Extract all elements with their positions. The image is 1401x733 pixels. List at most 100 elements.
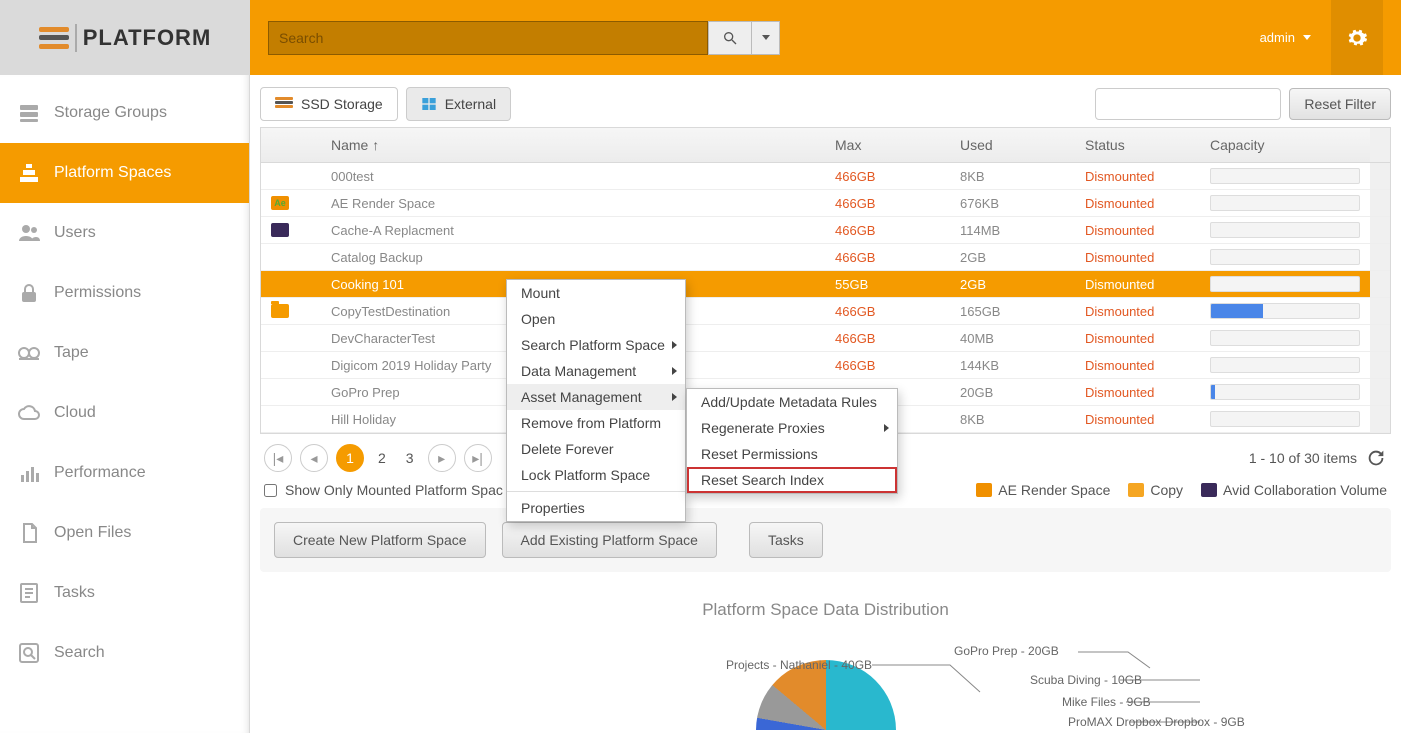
tab-label: SSD Storage bbox=[301, 96, 383, 112]
legend-item: AE Render Space bbox=[976, 482, 1110, 498]
cell-capacity bbox=[1200, 190, 1370, 216]
sidebar-item-storage-groups[interactable]: Storage Groups bbox=[0, 83, 249, 143]
menu-item-open[interactable]: Open bbox=[507, 306, 685, 332]
page-2[interactable]: 2 bbox=[372, 450, 392, 466]
cell-max: 466GB bbox=[825, 244, 950, 270]
tab-label: External bbox=[445, 96, 496, 112]
sidebar-item-label: Open Files bbox=[54, 524, 131, 542]
logo-area: PLATFORM bbox=[0, 0, 250, 75]
menu-item-mount[interactable]: Mount bbox=[507, 280, 685, 306]
menu-item-label: Open bbox=[521, 311, 555, 327]
cell-used: 676KB bbox=[950, 190, 1075, 216]
menu-item-add-update-metadata-rules[interactable]: Add/Update Metadata Rules bbox=[687, 389, 897, 415]
reset-filter-button[interactable]: Reset Filter bbox=[1289, 88, 1391, 120]
tab-external[interactable]: External bbox=[406, 87, 511, 121]
legend-swatch bbox=[1201, 483, 1217, 497]
search-input[interactable] bbox=[268, 21, 708, 55]
settings-button[interactable] bbox=[1331, 0, 1383, 75]
cell-capacity bbox=[1200, 298, 1370, 324]
page-last[interactable]: ▸| bbox=[464, 444, 492, 472]
menu-item-label: Regenerate Proxies bbox=[701, 420, 825, 436]
table-row[interactable]: Cooking 10155GB2GBDismounted bbox=[261, 271, 1390, 298]
logo-text: PLATFORM bbox=[83, 25, 212, 51]
sidebar-item-search[interactable]: Search bbox=[0, 623, 249, 683]
menu-item-properties[interactable]: Properties bbox=[507, 495, 685, 521]
filter-input[interactable] bbox=[1095, 88, 1281, 120]
table-row[interactable]: Digicom 2019 Holiday Party466GB144KBDism… bbox=[261, 352, 1390, 379]
context-submenu[interactable]: Add/Update Metadata Rules Regenerate Prox… bbox=[686, 388, 898, 494]
cell-status: Dismounted bbox=[1075, 406, 1200, 432]
refresh-icon[interactable] bbox=[1365, 447, 1387, 469]
tasks-button[interactable]: Tasks bbox=[749, 522, 823, 558]
table-row[interactable]: CopyTestDestination466GB165GBDismounted bbox=[261, 298, 1390, 325]
col-name[interactable]: Name ↑ bbox=[321, 128, 825, 162]
sidebar-item-performance[interactable]: Performance bbox=[0, 443, 249, 503]
col-status[interactable]: Status bbox=[1075, 128, 1200, 162]
menu-item-label: Properties bbox=[521, 500, 585, 516]
table-row[interactable]: Catalog Backup466GB2GBDismounted bbox=[261, 244, 1390, 271]
sidebar-item-users[interactable]: Users bbox=[0, 203, 249, 263]
page-first[interactable]: |◂ bbox=[264, 444, 292, 472]
tape-icon bbox=[16, 340, 42, 366]
sidebar-item-label: Storage Groups bbox=[54, 104, 167, 122]
col-capacity[interactable]: Capacity bbox=[1200, 128, 1370, 162]
sidebar-item-platform-spaces[interactable]: Platform Spaces bbox=[0, 143, 249, 203]
col-used[interactable]: Used bbox=[950, 128, 1075, 162]
table-row[interactable]: Cache-A Replacment466GB114MBDismounted bbox=[261, 217, 1390, 244]
menu-item-delete-forever[interactable]: Delete Forever bbox=[507, 436, 685, 462]
page-3[interactable]: 3 bbox=[400, 450, 420, 466]
caret-down-icon bbox=[762, 35, 770, 40]
menu-item-search-platform-space[interactable]: Search Platform Space bbox=[507, 332, 685, 358]
menu-item-label: Asset Management bbox=[521, 389, 642, 405]
context-menu[interactable]: Mount Open Search Platform Space Data Manag… bbox=[506, 279, 686, 522]
sidebar-item-permissions[interactable]: Permissions bbox=[0, 263, 249, 323]
user-menu[interactable]: admin bbox=[1260, 30, 1311, 45]
menu-item-reset-search-index[interactable]: Reset Search Index bbox=[687, 467, 897, 493]
menu-item-remove-from-platform[interactable]: Remove from Platform bbox=[507, 410, 685, 436]
menu-item-regenerate-proxies[interactable]: Regenerate Proxies bbox=[687, 415, 897, 441]
add-existing-button[interactable]: Add Existing Platform Space bbox=[502, 522, 717, 558]
header-bar: admin bbox=[250, 0, 1401, 75]
table-row[interactable]: AeAE Render Space466GB676KBDismounted bbox=[261, 190, 1390, 217]
page-next[interactable]: ▸ bbox=[428, 444, 456, 472]
gear-icon bbox=[1346, 27, 1368, 49]
cell-capacity bbox=[1200, 163, 1370, 189]
menu-item-asset-management[interactable]: Asset Management bbox=[507, 384, 685, 410]
search-dropdown[interactable] bbox=[752, 21, 780, 55]
show-only-mounted-checkbox[interactable] bbox=[264, 484, 277, 497]
cell-capacity bbox=[1200, 379, 1370, 405]
chart-area: Projects - Nathaniel - 40GB GoPro Prep -… bbox=[250, 620, 1401, 733]
cell-used: 8KB bbox=[950, 163, 1075, 189]
cell-name: Cache-A Replacment bbox=[321, 217, 825, 243]
sidebar-item-label: Permissions bbox=[54, 284, 141, 302]
menu-item-label: Data Management bbox=[521, 363, 636, 379]
sidebar-item-tape[interactable]: Tape bbox=[0, 323, 249, 383]
menu-item-label: Add/Update Metadata Rules bbox=[701, 394, 877, 410]
chart-label: Scuba Diving - 10GB bbox=[1030, 673, 1142, 687]
chevron-right-icon bbox=[672, 393, 677, 401]
table-row[interactable]: 000test466GB8KBDismounted bbox=[261, 163, 1390, 190]
table-row[interactable]: DevCharacterTest466GB40MBDismounted bbox=[261, 325, 1390, 352]
pager-summary: 1 - 10 of 30 items bbox=[1249, 450, 1357, 466]
cell-name: AE Render Space bbox=[321, 190, 825, 216]
create-space-button[interactable]: Create New Platform Space bbox=[274, 522, 486, 558]
page-1[interactable]: 1 bbox=[336, 444, 364, 472]
col-max[interactable]: Max bbox=[825, 128, 950, 162]
menu-item-label: Remove from Platform bbox=[521, 415, 661, 431]
menu-item-reset-permissions[interactable]: Reset Permissions bbox=[687, 441, 897, 467]
caret-down-icon bbox=[1303, 35, 1311, 40]
sidebar-item-tasks[interactable]: Tasks bbox=[0, 563, 249, 623]
cell-status: Dismounted bbox=[1075, 352, 1200, 378]
menu-item-label: Search Platform Space bbox=[521, 337, 665, 353]
sidebar-item-open-files[interactable]: Open Files bbox=[0, 503, 249, 563]
search-button[interactable] bbox=[708, 21, 752, 55]
menu-item-data-management[interactable]: Data Management bbox=[507, 358, 685, 384]
menu-item-lock-platform-space[interactable]: Lock Platform Space bbox=[507, 462, 685, 488]
tab-ssd-storage[interactable]: SSD Storage bbox=[260, 87, 398, 121]
cell-status: Dismounted bbox=[1075, 190, 1200, 216]
cell-name: Catalog Backup bbox=[321, 244, 825, 270]
cell-status: Dismounted bbox=[1075, 298, 1200, 324]
sidebar-item-cloud[interactable]: Cloud bbox=[0, 383, 249, 443]
search-nav-icon bbox=[16, 640, 42, 666]
page-prev[interactable]: ◂ bbox=[300, 444, 328, 472]
